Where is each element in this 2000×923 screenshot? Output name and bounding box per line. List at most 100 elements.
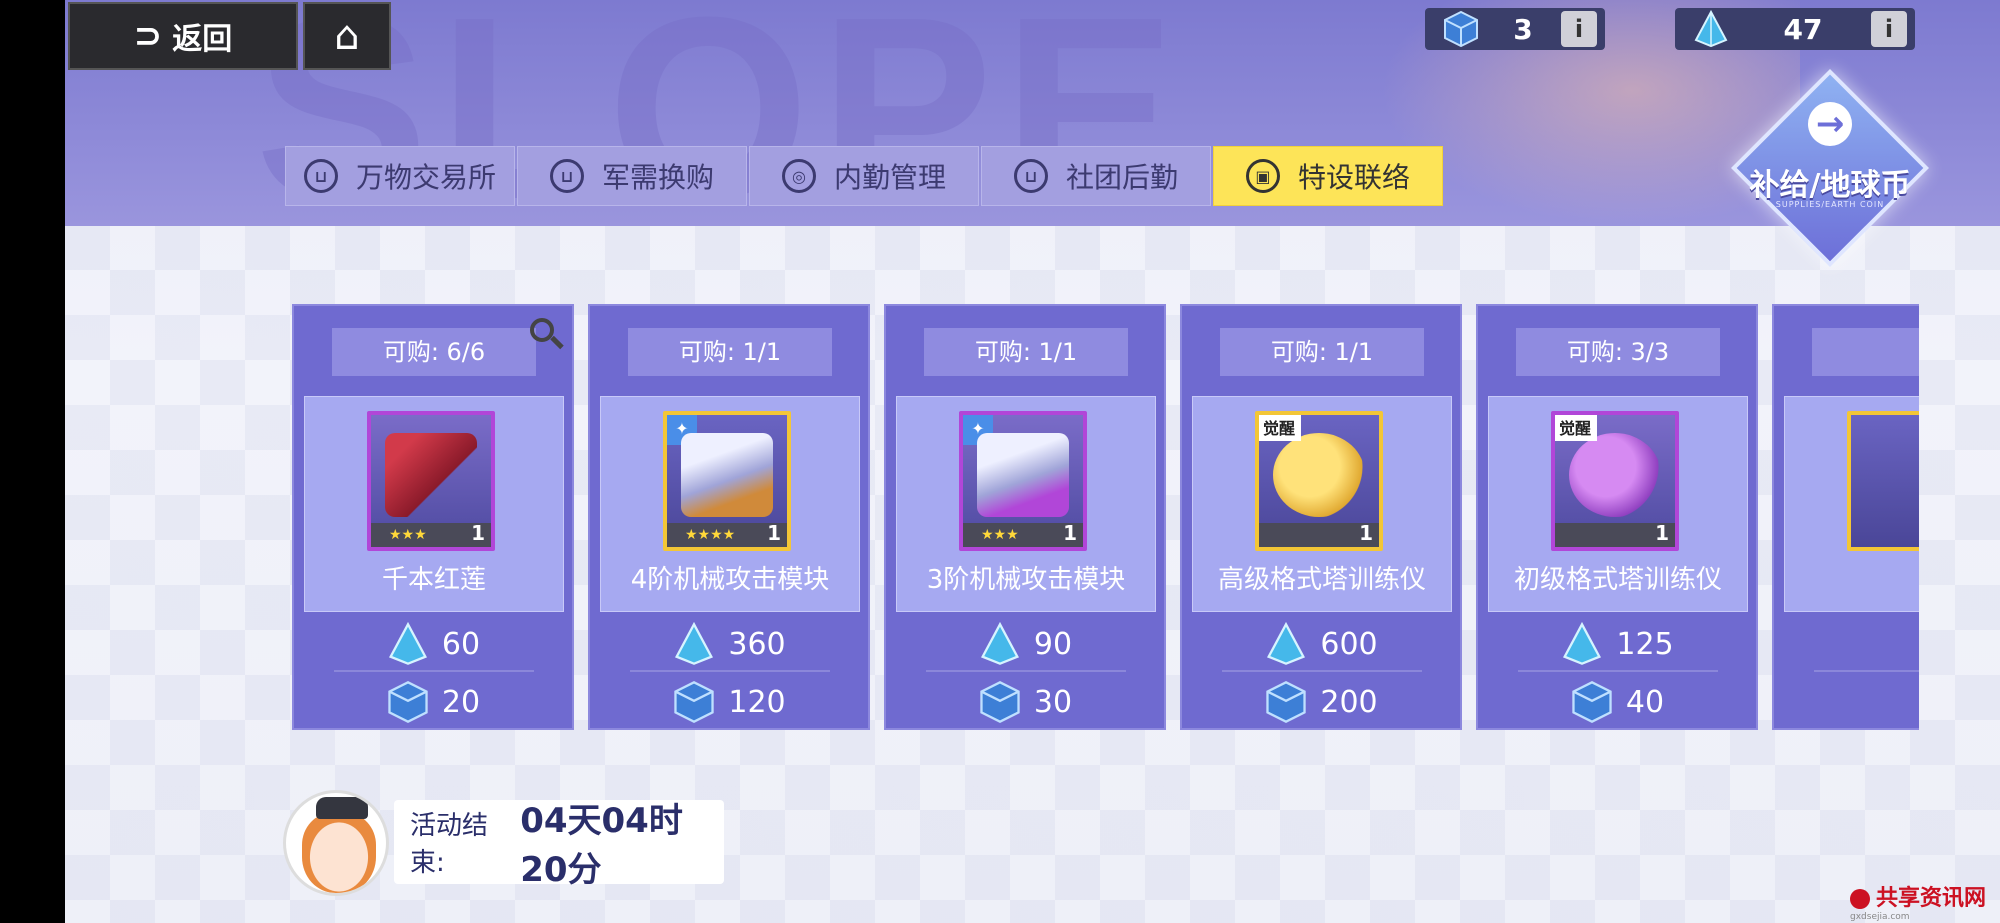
item-panel: ✦ ★★★★ 1 4阶机械攻击模块: [600, 396, 860, 612]
item-panel: ★★★ 1 千本红莲: [304, 396, 564, 612]
item-panel: ✦ ★★★ 1 3阶机械攻击模块: [896, 396, 1156, 612]
crystal-icon: [675, 622, 714, 665]
item-quantity: 1: [1359, 521, 1373, 545]
cart-icon: ⊔: [549, 159, 584, 193]
item-icon-frame: ✦ ★★★ 1: [959, 411, 1087, 551]
price-value: 120: [728, 684, 786, 720]
crystal-price: 600: [1182, 620, 1460, 668]
watermark-url: gxdsejia.com: [1850, 912, 1910, 922]
tab-special-contact[interactable]: ▣ 特设联络: [1213, 146, 1443, 206]
magnifier-icon[interactable]: [524, 312, 568, 356]
gestalt-trainer-icon: [1273, 433, 1365, 517]
tab-market[interactable]: ⊔ 万物交易所: [285, 146, 515, 206]
crystal-icon: [388, 622, 427, 665]
purchase-quota: 可购: 1/1: [924, 328, 1128, 376]
price-value: 60: [441, 626, 481, 662]
cube-icon: [980, 681, 1020, 723]
cube-icon: [1266, 681, 1307, 723]
cube-price: 120: [590, 678, 868, 726]
purchase-quota: 可购: 3/3: [1516, 328, 1720, 376]
crystal-price: 90: [886, 620, 1164, 668]
item-card-partial[interactable]: [1772, 304, 1919, 730]
item-name: 千本红莲: [381, 565, 486, 595]
divider: [1518, 670, 1718, 672]
tab-club-logistics[interactable]: ⊔ 社团后勤: [981, 146, 1211, 206]
item-icon-frame: [1847, 411, 1919, 551]
tab-label: 社团后勤: [1065, 161, 1178, 194]
item-card[interactable]: 可购: 1/1 ✦ ★★★★ 1 4阶机械攻击模块 360 120: [588, 304, 870, 730]
crystal-icon: [1267, 622, 1306, 665]
crystal-price: 360: [590, 620, 868, 668]
price-value: 360: [728, 626, 786, 662]
supply-coin-badge[interactable]: → 补给/地球币 SUPPLIES/EARTH COIN: [1730, 68, 1930, 268]
item-card[interactable]: 可购: 6/6 ★★★ 1 千本红莲 60 20: [292, 304, 574, 730]
item-quantity: 1: [1063, 521, 1077, 545]
item-name: 3阶机械攻击模块: [926, 565, 1126, 595]
item-name: 初级格式塔训练仪: [1513, 565, 1722, 595]
badge-subtitle: SUPPLIES/EARTH COIN: [1775, 200, 1885, 209]
crystal-info-button[interactable]: i: [1871, 11, 1907, 47]
item-card-list: 可购: 6/6 ★★★ 1 千本红莲 60 20 可购: 1/1 ✦ ★★★★ …: [292, 304, 1919, 734]
tab-label: 特设联络: [1297, 161, 1410, 194]
divider: [334, 670, 534, 672]
home-icon: ⌂: [334, 13, 360, 59]
currency-cube: 3 i: [1425, 8, 1605, 50]
crystal-price: 125: [1478, 620, 1756, 668]
item-panel: 觉醒 1 高级格式塔训练仪: [1192, 396, 1452, 612]
back-label: 返回: [172, 22, 233, 57]
cube-price: 40: [1478, 678, 1756, 726]
avatar-face: [302, 813, 376, 893]
item-card[interactable]: 可购: 3/3 觉醒 1 初级格式塔训练仪 125 40: [1476, 304, 1758, 730]
crystal-icon: [1687, 5, 1735, 53]
price-value: 30: [1033, 684, 1073, 720]
tab-label: 内勤管理: [833, 161, 946, 194]
header-watermark: SLOPE: [255, 0, 1187, 254]
attack-module-icon: [977, 433, 1069, 517]
npc-avatar: [283, 790, 389, 896]
divider: [1222, 670, 1422, 672]
item-icon-frame: ✦ ★★★★ 1: [663, 411, 791, 551]
cube-info-button[interactable]: i: [1561, 11, 1597, 47]
purchase-quota: 可购: 1/1: [628, 328, 832, 376]
rocket-launcher-icon: [385, 433, 477, 517]
timer-label: 活动结束:: [410, 811, 489, 878]
price-value: 90: [1033, 626, 1073, 662]
shop-screen: SLOPE ⊃ 返回 ⌂ 3 i 47 i ⊔ 万物交易所 ⊔ 军需换购 ◎ 内…: [65, 0, 2000, 923]
item-card[interactable]: 可购: 1/1 ✦ ★★★ 1 3阶机械攻击模块 90 30: [884, 304, 1166, 730]
tab-military-supply[interactable]: ⊔ 军需换购: [517, 146, 747, 206]
back-arrow-icon: ⊃: [133, 16, 163, 56]
tab-internal-affairs[interactable]: ◎ 内勤管理: [749, 146, 979, 206]
cube-price: 20: [294, 678, 572, 726]
timer-value: 04天04时20分: [520, 801, 683, 890]
item-quantity: 1: [1655, 521, 1669, 545]
purchase-quota: [1812, 328, 1919, 376]
tab-label: 万物交易所: [355, 161, 496, 194]
cube-price: 30: [886, 678, 1164, 726]
site-watermark: 共享资讯网 gxdsejia.com: [1850, 880, 1986, 922]
avatar-hat: [316, 797, 368, 819]
item-icon-frame: 觉醒 1: [1255, 411, 1383, 551]
price-value: 600: [1320, 626, 1378, 662]
item-name: 高级格式塔训练仪: [1217, 565, 1426, 595]
crystal-count: 47: [1783, 12, 1823, 46]
cube-icon: [674, 681, 715, 723]
awaken-tag: 觉醒: [1259, 415, 1302, 441]
item-card[interactable]: 可购: 1/1 觉醒 1 高级格式塔训练仪 600 200: [1180, 304, 1462, 730]
item-icon-frame: ★★★ 1: [367, 411, 495, 551]
item-panel: 觉醒 1 初级格式塔训练仪: [1488, 396, 1748, 612]
home-button[interactable]: ⌂: [303, 2, 391, 70]
item-quantity: 1: [767, 521, 781, 545]
cube-icon: [1572, 681, 1612, 723]
crystal-icon: [980, 622, 1019, 665]
item-name: 4阶机械攻击模块: [630, 565, 830, 595]
item-panel: [1784, 396, 1919, 612]
purchase-quota: 可购: 6/6: [332, 328, 536, 376]
awaken-tag: 觉醒: [1555, 415, 1598, 441]
shop-tabs: ⊔ 万物交易所 ⊔ 军需换购 ◎ 内勤管理 ⊔ 社团后勤 ▣ 特设联络: [285, 146, 1445, 206]
event-timer: 活动结束: 04天04时20分: [394, 800, 724, 890]
planet-icon: ◎: [781, 159, 816, 193]
back-button[interactable]: ⊃ 返回: [68, 2, 298, 70]
cube-icon: [388, 681, 428, 723]
badge-title: 补给/地球币: [1749, 168, 1911, 203]
cube-icon: [1437, 5, 1485, 53]
